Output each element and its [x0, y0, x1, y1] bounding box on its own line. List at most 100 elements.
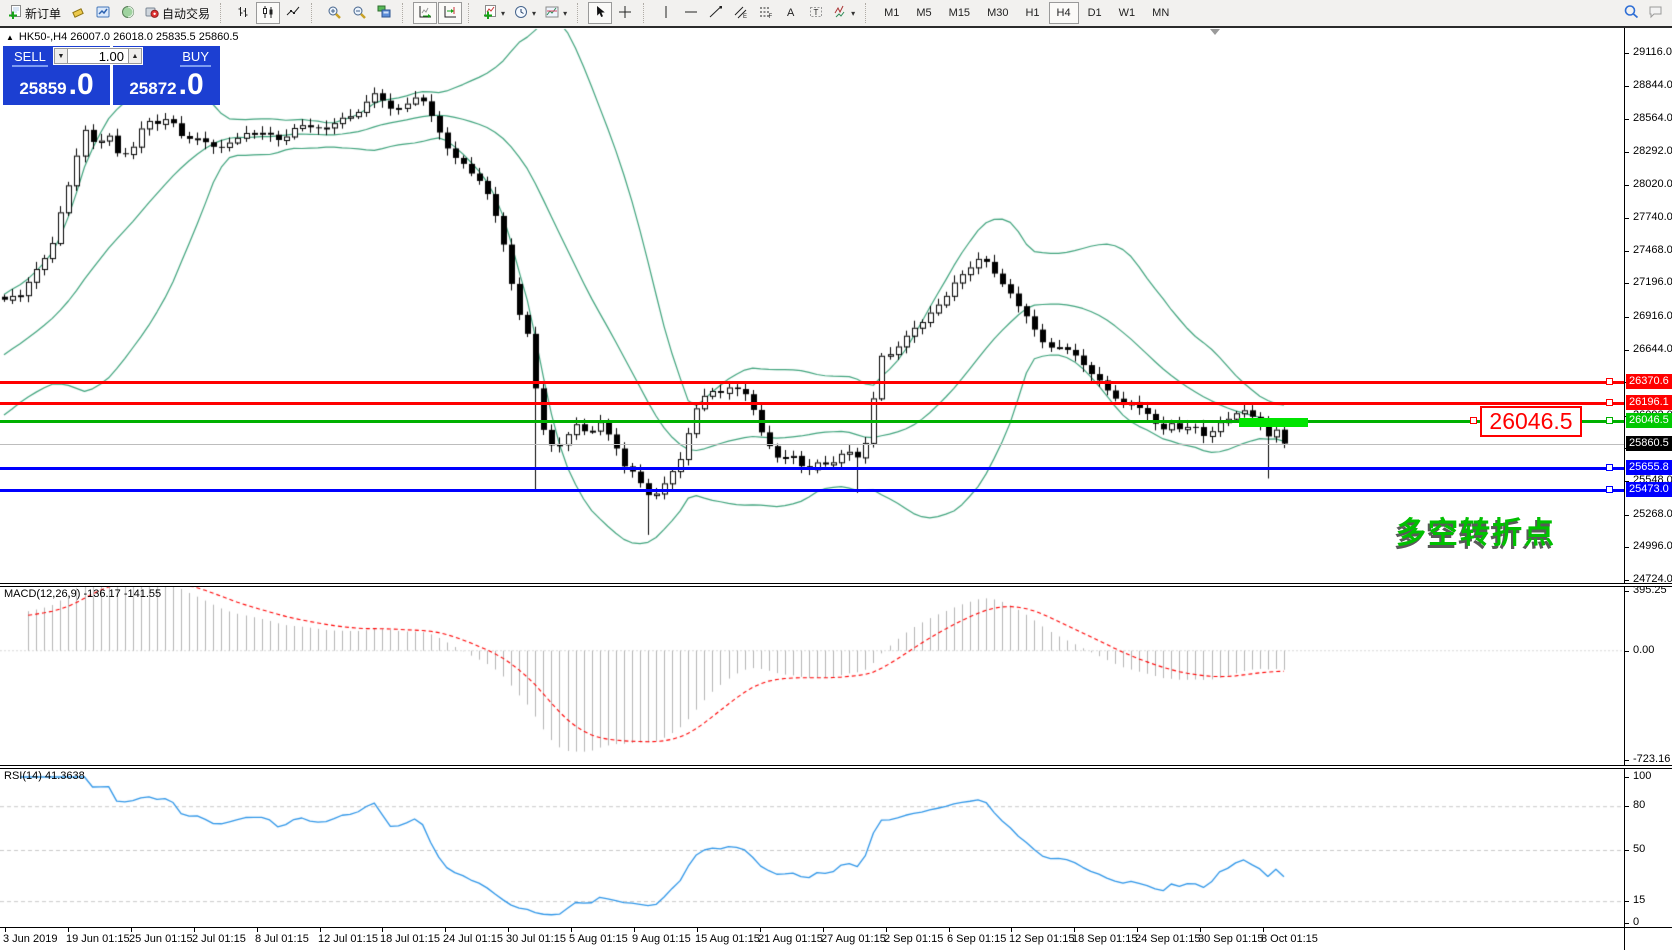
- horizontal-line-25473.0[interactable]: [0, 489, 1624, 492]
- date-tick: [320, 928, 321, 932]
- axis-tick: [1625, 86, 1629, 87]
- one-click-trade-panel: SELL 25859.0 BUY 25872.0 ▼ ▲: [3, 46, 220, 105]
- highlight-zone-rect[interactable]: [1239, 418, 1308, 427]
- axis-tick: [1625, 251, 1629, 252]
- date-tick: [5, 928, 6, 932]
- symbol-ohlc-text: HK50-,H4 26007.0 26018.0 25835.5 25860.5: [19, 31, 239, 43]
- volume-down-button[interactable]: ▼: [54, 48, 68, 64]
- collapse-trade-panel-icon[interactable]: ▲: [6, 33, 14, 42]
- axis-tick: [1625, 53, 1629, 54]
- axis-tick: [1625, 901, 1629, 902]
- rsi-label: RSI(14) 41.3638: [4, 770, 85, 782]
- main-macd-separator[interactable]: [0, 583, 1672, 587]
- date-tick: [445, 928, 446, 932]
- macd-label: MACD(12,26,9) -136.17 -141.55: [4, 588, 161, 600]
- date-label: 12 Jul 01:15: [318, 933, 378, 945]
- volume-up-button[interactable]: ▲: [128, 48, 142, 64]
- line-handle[interactable]: [1606, 399, 1613, 406]
- axis-tick: [1625, 350, 1629, 351]
- price-badge: 25860.5: [1626, 436, 1672, 451]
- axis-label: 28844.0: [1633, 79, 1672, 91]
- axis-label: 27468.0: [1633, 244, 1672, 256]
- date-label: 25 Jun 01:15: [129, 933, 193, 945]
- axis-label: 29116.0: [1633, 46, 1672, 58]
- axis-tick: [1625, 850, 1629, 851]
- price-axis[interactable]: 29116.0 28844.0 28564.0 28292.0 28020.0 27740…: [1624, 28, 1672, 950]
- date-label: 27 Aug 01:15: [821, 933, 886, 945]
- date-tick: [949, 928, 950, 932]
- line-handle[interactable]: [1606, 464, 1613, 471]
- date-tick: [131, 928, 132, 932]
- axis-label: 25268.0: [1633, 508, 1672, 520]
- date-label: 12 Sep 01:15: [1009, 933, 1074, 945]
- volume-stepper: ▼ ▲: [53, 47, 143, 65]
- horizontal-line-26370.6[interactable]: [0, 381, 1624, 384]
- price-badge: 25473.0: [1626, 482, 1672, 497]
- horizontal-line-25655.8[interactable]: [0, 467, 1624, 470]
- axis-label: 28292.0: [1633, 145, 1672, 157]
- date-label: 21 Aug 01:15: [758, 933, 823, 945]
- axis-tick: [1625, 923, 1629, 924]
- axis-tick: [1625, 218, 1629, 219]
- axis-tick: [1625, 283, 1629, 284]
- chart-shift-marker-icon: [1210, 29, 1220, 35]
- axis-tick: [1625, 317, 1629, 318]
- date-tick: [1011, 928, 1012, 932]
- axis-tick: [1625, 580, 1629, 581]
- axis-tick: [1625, 777, 1629, 778]
- price-annotation-box[interactable]: 26046.5: [1480, 406, 1582, 437]
- horizontal-line-26046.5[interactable]: [0, 420, 1624, 423]
- axis-label: 50: [1633, 843, 1645, 855]
- chart-bottom-border: [0, 927, 1672, 928]
- line-handle[interactable]: [1606, 417, 1613, 424]
- axis-label: 28020.0: [1633, 178, 1672, 190]
- date-tick: [257, 928, 258, 932]
- axis-label: 15: [1633, 894, 1645, 906]
- date-tick: [508, 928, 509, 932]
- date-label: 9 Aug 01:15: [632, 933, 691, 945]
- date-label: 24 Sep 01:15: [1135, 933, 1200, 945]
- date-label: 2 Jul 01:15: [192, 933, 246, 945]
- axis-tick: [1625, 651, 1629, 652]
- axis-label: 27196.0: [1633, 276, 1672, 288]
- axis-tick: [1625, 119, 1629, 120]
- axis-tick: [1625, 591, 1629, 592]
- axis-label: 27740.0: [1633, 211, 1672, 223]
- axis-label: 28564.0: [1633, 112, 1672, 124]
- axis-label: 26644.0: [1633, 343, 1672, 355]
- chart-area[interactable]: [0, 28, 1624, 928]
- mt4-window: 新订单自动交易▾▾▾EFAT▾M1M5M15M30H1H4D1W1MN ▲ HK…: [0, 0, 1672, 950]
- axis-label: 80: [1633, 799, 1645, 811]
- axis-tick: [1625, 185, 1629, 186]
- current-price-line: [0, 444, 1624, 445]
- date-label: 8 Oct 01:15: [1261, 933, 1318, 945]
- buy-price: 25872.0: [113, 68, 220, 102]
- date-tick: [760, 928, 761, 932]
- date-label: 30 Jul 01:15: [506, 933, 566, 945]
- date-label: 8 Jul 01:15: [255, 933, 309, 945]
- volume-input[interactable]: [68, 48, 128, 64]
- date-tick: [1137, 928, 1138, 932]
- axis-label: 0.00: [1633, 644, 1654, 656]
- date-label: 5 Aug 01:15: [569, 933, 628, 945]
- date-axis[interactable]: 3 Jun 201919 Jun 01:1525 Jun 01:152 Jul …: [0, 929, 1624, 950]
- date-label: 30 Sep 01:15: [1198, 933, 1263, 945]
- macd-rsi-separator[interactable]: [0, 765, 1672, 769]
- line-handle[interactable]: [1606, 486, 1613, 493]
- axis-tick: [1625, 760, 1629, 761]
- axis-tick: [1625, 806, 1629, 807]
- date-tick: [1200, 928, 1201, 932]
- turning-point-annotation[interactable]: 多空转折点: [1396, 508, 1556, 552]
- date-label: 2 Sep 01:15: [884, 933, 943, 945]
- axis-label: 100: [1633, 770, 1651, 782]
- horizontal-line-26196.1[interactable]: [0, 402, 1624, 405]
- price-badge: 26370.6: [1626, 374, 1672, 389]
- sell-price: 25859.0: [3, 68, 110, 102]
- price-annotation-handle[interactable]: [1470, 417, 1477, 424]
- line-handle[interactable]: [1606, 378, 1613, 385]
- buy-label: BUY: [180, 49, 211, 67]
- date-tick: [697, 928, 698, 932]
- date-tick: [1074, 928, 1075, 932]
- date-tick: [634, 928, 635, 932]
- date-label: 18 Sep 01:15: [1072, 933, 1137, 945]
